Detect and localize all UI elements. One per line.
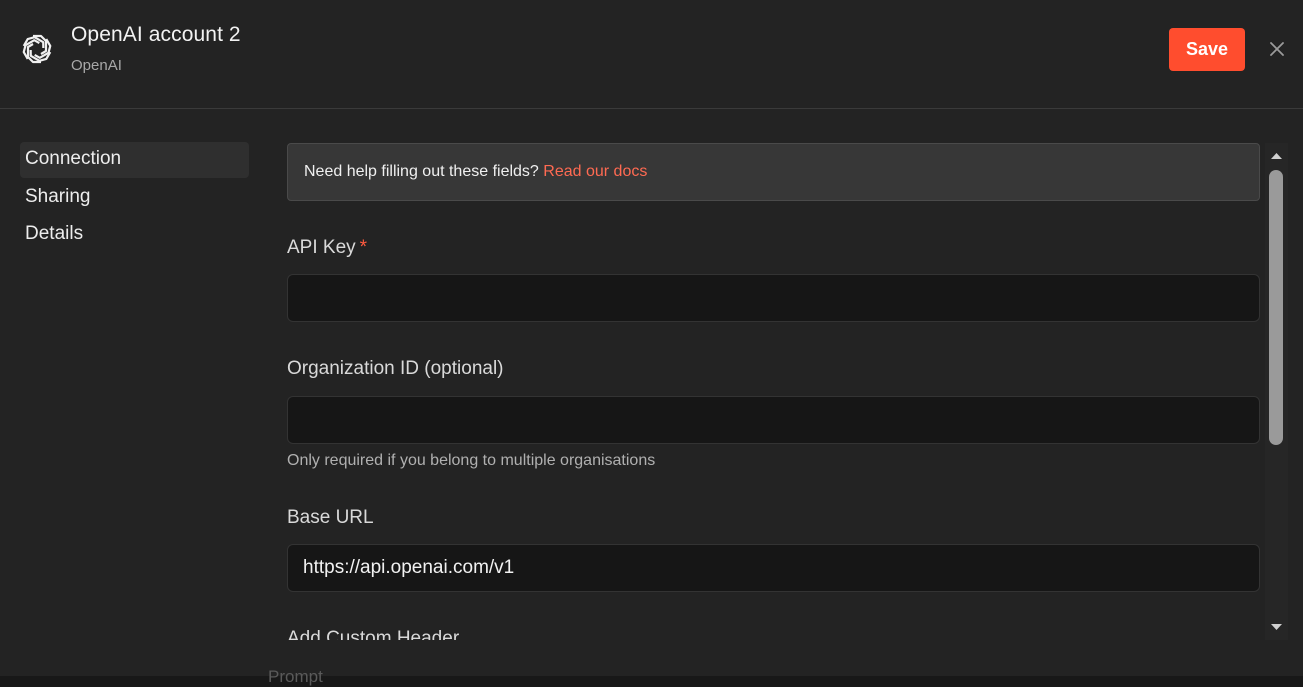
sidebar-item-sharing[interactable]: Sharing <box>20 180 249 216</box>
credential-modal: OpenAI account 2 OpenAI Save Connection … <box>0 0 1303 676</box>
scroll-down-arrow-icon[interactable] <box>1265 618 1288 636</box>
api-key-label: API Key * <box>287 237 367 259</box>
scrollbar-thumb[interactable] <box>1269 170 1283 445</box>
sidebar-item-connection[interactable]: Connection <box>20 142 249 178</box>
openai-logo-icon <box>22 34 52 64</box>
close-icon[interactable] <box>1266 38 1288 60</box>
scroll-up-arrow-icon[interactable] <box>1265 147 1288 165</box>
organization-id-label: Organization ID (optional) <box>287 358 504 379</box>
base-url-label: Base URL <box>287 507 374 528</box>
background-prompt-label: Prompt <box>268 667 323 686</box>
help-banner: Need help filling out these fields? Read… <box>287 143 1260 201</box>
organization-id-input[interactable] <box>287 396 1260 444</box>
help-text: Need help filling out these fields? <box>304 163 539 180</box>
api-key-input[interactable] <box>287 274 1260 322</box>
docs-link[interactable]: Read our docs <box>543 163 647 180</box>
add-custom-header-label: Add Custom Header <box>287 628 460 640</box>
connection-form: Need help filling out these fields? Read… <box>287 143 1260 640</box>
modal-subtitle: OpenAI <box>71 57 122 74</box>
base-url-input[interactable] <box>287 544 1260 592</box>
sidebar-item-details[interactable]: Details <box>20 217 249 253</box>
modal-title: OpenAI account 2 <box>71 23 241 46</box>
save-button[interactable]: Save <box>1169 28 1245 71</box>
required-marker: * <box>359 237 368 258</box>
api-key-label-text: API Key <box>287 237 356 258</box>
organization-id-hint: Only required if you belong to multiple … <box>287 452 656 469</box>
scrollbar[interactable] <box>1265 143 1288 640</box>
modal-header: OpenAI account 2 OpenAI Save <box>0 0 1303 109</box>
